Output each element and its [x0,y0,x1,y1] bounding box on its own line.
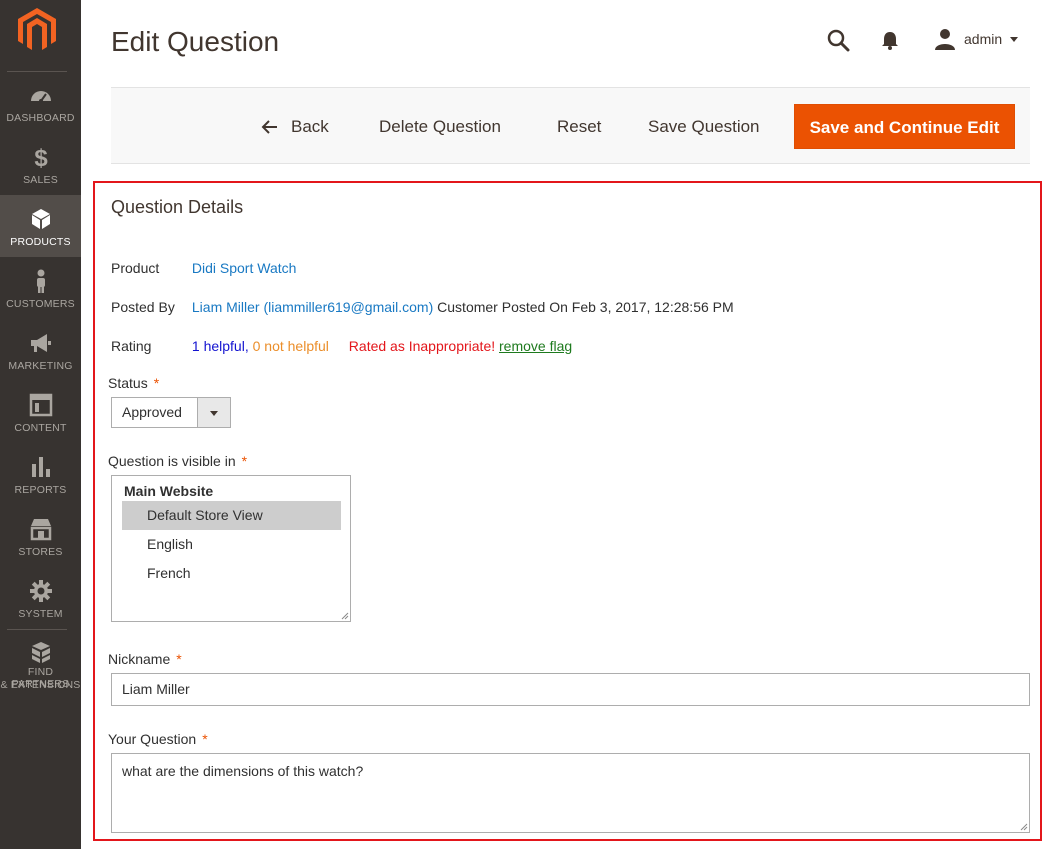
section-title: Question Details [111,197,244,217]
sidebar-item-label: & EXTENSIONS [0,679,81,691]
user-menu[interactable]: admin [934,27,1019,51]
sidebar-item-customers[interactable]: CUSTOMERS [0,257,81,319]
posted-by-row: Posted By Liam Miller (liammiller619@gma… [111,297,734,317]
back-button-label: Back [291,117,329,136]
chevron-down-icon [210,411,218,416]
rating-row: Rating 1 helpful, 0 not helpful Rated as… [111,336,572,356]
visible-in-label-text: Question is visible in [108,453,236,469]
not-helpful-count[interactable]: 0 not helpful [253,338,329,354]
sidebar-item-label: SYSTEM [18,608,63,620]
store-option-french[interactable]: French [122,559,341,588]
nickname-label: Nickname * [108,651,182,667]
sidebar-item-content[interactable]: CONTENT [0,381,81,443]
delete-question-button[interactable]: Delete Question [379,104,501,149]
product-label: Product [111,260,160,276]
required-mark: * [176,651,182,667]
status-select[interactable]: Approved [111,397,231,428]
sidebar-item-products[interactable]: PRODUCTS [0,195,81,257]
question-text: what are the dimensions of this watch? [122,763,364,779]
page-title: Edit Question [111,26,280,57]
product-link[interactable]: Didi Sport Watch [192,260,297,276]
question-label: Your Question * [108,731,208,747]
inappropriate-text: Rated as Inappropriate! [348,338,496,354]
store-group-label: Main Website [124,483,214,499]
sidebar-item-label: CONTENT [14,422,67,434]
nickname-input[interactable]: Liam Miller [111,673,1030,706]
nickname-label-text: Nickname [108,651,171,667]
helpful-count[interactable]: 1 helpful, [192,338,249,354]
posted-on-text: Customer Posted On Feb 3, 2017, 12:28:56… [433,299,734,315]
sidebar-item-reports[interactable]: REPORTS [0,443,81,505]
reset-button[interactable]: Reset [557,104,601,149]
product-row: Product Didi Sport Watch [111,258,296,278]
storefront-icon [30,519,51,541]
chevron-down-icon [1010,36,1019,42]
bell-icon[interactable] [879,29,901,51]
resize-handle-icon[interactable] [1020,823,1028,831]
rating-label: Rating [111,338,152,354]
sidebar-item-stores[interactable]: STORES [0,505,81,567]
box-icon [31,209,50,229]
svg-text:$: $ [34,145,48,169]
sidebar-item-label: STORES [18,546,63,558]
magento-logo-icon[interactable] [18,8,56,52]
question-textarea[interactable]: what are the dimensions of this watch? [111,753,1030,833]
customer-link[interactable]: Liam Miller (liammiller619@gmail.com) [192,299,433,315]
bar-chart-icon [31,457,50,477]
sidebar-item-find-partners[interactable]: FIND PARTNERS & EXTENSIONS [0,636,81,696]
remove-flag-link[interactable]: remove flag [499,338,572,354]
status-label: Status * [108,375,159,391]
gear-icon [29,580,52,602]
store-view-multiselect[interactable]: Main Website Default Store View English … [111,475,351,622]
search-icon[interactable] [826,28,850,52]
page-actions-bar: Back Delete Question Reset Save Question… [111,87,1030,164]
back-button[interactable]: Back [261,104,329,149]
resize-handle-icon[interactable] [341,612,349,620]
required-mark: * [241,453,248,469]
posted-by-label: Posted By [111,299,175,315]
status-select-value: Approved [122,404,182,420]
user-icon [935,29,955,50]
sidebar-item-label: MARKETING [8,360,73,372]
layout-icon [29,393,52,417]
sidebar-divider [7,629,67,630]
sidebar-item-dashboard[interactable]: DASHBOARD [0,71,81,133]
sidebar-item-label: REPORTS [14,484,67,496]
megaphone-icon [30,334,51,352]
sidebar-item-label: PRODUCTS [10,236,71,248]
dashboard-icon [30,91,51,103]
person-icon [36,269,45,293]
sidebar-item-system[interactable]: SYSTEM [0,567,81,629]
required-mark: * [202,731,208,747]
admin-sidebar: DASHBOARD $ SALES PRODUCTS CUSTOMERS MAR [0,0,81,849]
blocks-icon [31,642,50,663]
sidebar-item-label: CUSTOMERS [6,298,75,310]
status-label-text: Status [108,375,148,391]
store-option-english[interactable]: English [122,530,341,559]
question-label-text: Your Question [108,731,197,747]
dollar-icon: $ [34,145,48,169]
sidebar-item-marketing[interactable]: MARKETING [0,319,81,381]
required-mark: * [153,375,160,391]
sidebar-item-label: DASHBOARD [6,112,75,124]
store-option-default[interactable]: Default Store View [122,501,341,530]
user-name: admin [964,31,1003,47]
save-question-button[interactable]: Save Question [648,104,760,149]
visible-in-label: Question is visible in * [108,453,247,469]
sidebar-item-sales[interactable]: $ SALES [0,133,81,195]
arrow-left-icon [261,119,277,134]
save-and-continue-button[interactable]: Save and Continue Edit [794,104,1015,149]
select-arrow-area [197,398,230,427]
sidebar-item-label: SALES [23,174,58,186]
